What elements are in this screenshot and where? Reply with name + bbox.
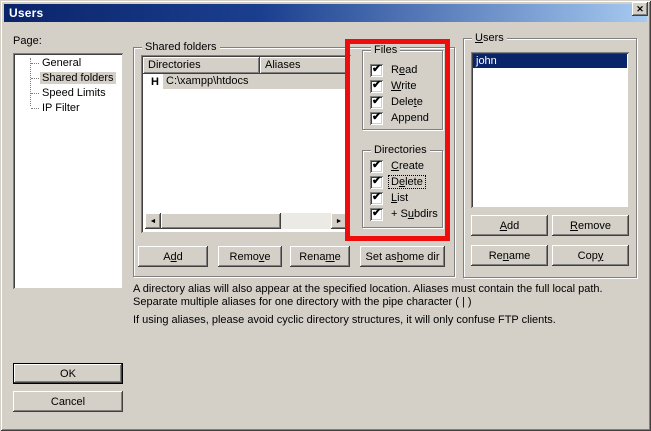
write-checkbox[interactable]: ✔	[370, 80, 383, 93]
delete-file-checkbox[interactable]: ✔	[370, 96, 383, 109]
alias-note-1: A directory alias will also appear at th…	[133, 283, 638, 309]
alias-notes: A directory alias will also appear at th…	[133, 283, 638, 327]
page-label: Page:	[13, 35, 42, 47]
column-header-aliases[interactable]: Aliases	[260, 57, 349, 74]
directories-permissions-group: Directories ✔ Create ✔ Delete ✔ List ✔ +…	[362, 150, 443, 228]
checkbox-row-delete-dir[interactable]: ✔ Delete	[370, 175, 425, 189]
user-remove-button[interactable]: Remove	[552, 215, 629, 236]
checkbox-row-create[interactable]: ✔ Create	[370, 159, 426, 173]
files-group-label: Files	[371, 44, 400, 56]
check-icon: ✔	[372, 206, 381, 219]
check-icon: ✔	[372, 174, 381, 187]
titlebar[interactable]: Users	[4, 4, 647, 22]
horizontal-scrollbar[interactable]: ◄ ►	[145, 213, 347, 229]
users-dialog: Users ✕ Page: General Shared folders Spe…	[0, 0, 651, 431]
users-listbox[interactable]: john	[471, 52, 629, 208]
check-icon: ✔	[372, 190, 381, 203]
listview-header: Directories Aliases	[143, 57, 349, 74]
files-permissions-group: Files ✔ Read ✔ Write ✔ Delete ✔ Append	[362, 50, 443, 130]
alias-note-2: If using aliases, please avoid cyclic di…	[133, 314, 638, 327]
page-tree: General Shared folders Speed Limits IP F…	[13, 53, 123, 289]
user-list-item[interactable]: john	[473, 54, 627, 68]
check-icon: ✔	[372, 62, 381, 75]
check-icon: ✔	[372, 78, 381, 91]
scroll-right-icon[interactable]: ►	[331, 213, 347, 229]
check-icon: ✔	[372, 110, 381, 123]
scrollbar-thumb[interactable]	[161, 213, 281, 229]
checkbox-row-write[interactable]: ✔ Write	[370, 79, 418, 93]
directory-path: C:\xampp\htdocs	[163, 74, 349, 89]
list-checkbox[interactable]: ✔	[370, 192, 383, 205]
home-dir-flag: H	[151, 74, 159, 90]
tree-item-general[interactable]: General	[13, 56, 123, 71]
directories-listview: Directories Aliases H C:\xampp\htdocs ◄ …	[141, 55, 351, 233]
checkbox-row-append[interactable]: ✔ Append	[370, 111, 431, 125]
checkbox-row-delete-file[interactable]: ✔ Delete	[370, 95, 425, 109]
check-icon: ✔	[372, 94, 381, 107]
window-title: Users	[9, 6, 43, 20]
subdirs-checkbox[interactable]: ✔	[370, 208, 383, 221]
checkbox-row-list[interactable]: ✔ List	[370, 191, 410, 205]
append-checkbox[interactable]: ✔	[370, 112, 383, 125]
folder-rename-button[interactable]: Rename	[290, 246, 350, 267]
tree-item-ip-filter[interactable]: IP Filter	[13, 101, 123, 116]
read-checkbox[interactable]: ✔	[370, 64, 383, 77]
delete-dir-checkbox[interactable]: ✔	[370, 176, 383, 189]
users-group-label: Users	[472, 32, 507, 44]
tree-item-shared-folders[interactable]: Shared folders	[13, 71, 123, 86]
ok-button[interactable]: OK	[13, 363, 123, 384]
user-copy-button[interactable]: Copy	[552, 245, 629, 266]
folder-add-button[interactable]: Add	[138, 246, 208, 267]
close-icon[interactable]: ✕	[632, 2, 648, 16]
scroll-left-icon[interactable]: ◄	[145, 213, 161, 229]
set-as-home-dir-button[interactable]: Set as home dir	[360, 246, 445, 267]
scrollbar-track[interactable]	[281, 213, 331, 229]
check-icon: ✔	[372, 158, 381, 171]
create-checkbox[interactable]: ✔	[370, 160, 383, 173]
column-header-directories[interactable]: Directories	[143, 57, 260, 74]
user-add-button[interactable]: Add	[471, 215, 548, 236]
checkbox-row-read[interactable]: ✔ Read	[370, 63, 419, 77]
directories-group-label: Directories	[371, 144, 430, 156]
folder-remove-button[interactable]: Remove	[218, 246, 282, 267]
checkbox-row-subdirs[interactable]: ✔ + Subdirs	[370, 207, 440, 221]
cancel-button[interactable]: Cancel	[13, 391, 123, 412]
tree-item-speed-limits[interactable]: Speed Limits	[13, 86, 123, 101]
directory-row[interactable]: H C:\xampp\htdocs	[143, 74, 349, 90]
user-rename-button[interactable]: Rename	[471, 245, 548, 266]
shared-folders-group-label: Shared folders	[142, 41, 220, 53]
